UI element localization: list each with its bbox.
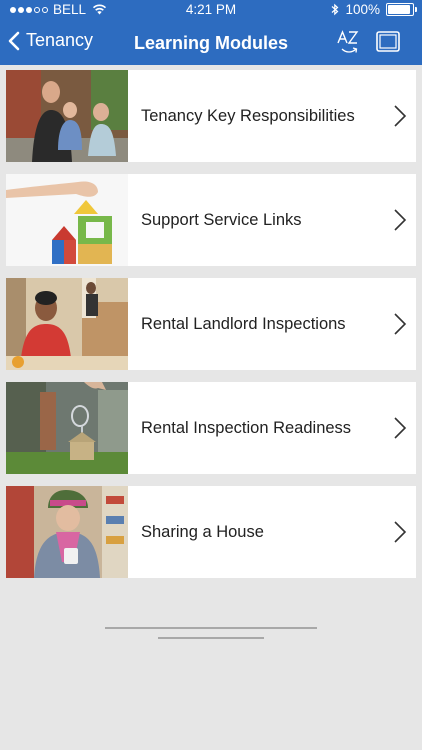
chevron-right-icon (394, 521, 407, 543)
module-item[interactable]: Rental Inspection Readiness (6, 382, 416, 474)
az-sort-icon[interactable] (336, 29, 362, 57)
back-button[interactable]: Tenancy (8, 30, 93, 51)
chevron-right-icon (394, 209, 407, 231)
status-right: 100% (331, 2, 417, 17)
module-title: Sharing a House (141, 522, 264, 541)
module-item[interactable]: Tenancy Key Responsibilities (6, 70, 416, 162)
module-item[interactable]: Sharing a House (6, 486, 416, 578)
man-in-kitchen-photo-thumbnail (6, 278, 128, 370)
chevron-right-icon (394, 105, 407, 127)
chevron-left-icon (8, 31, 20, 50)
module-title: Tenancy Key Responsibilities (141, 106, 355, 125)
module-list: Tenancy Key Responsibilities Support Ser… (6, 70, 416, 590)
battery-fill (388, 5, 410, 14)
module-item[interactable]: Support Service Links (6, 174, 416, 266)
module-title: Rental Landlord Inspections (141, 314, 346, 333)
woman-with-mug-photo-thumbnail (6, 486, 128, 578)
battery-icon (386, 3, 417, 16)
divider (105, 627, 317, 629)
family-photo-thumbnail (6, 70, 128, 162)
status-bar: BELL 4:21 PM 100% (0, 0, 422, 20)
divider (158, 637, 264, 639)
house-keyring-photo-thumbnail (6, 382, 128, 474)
bluetooth-icon (332, 3, 339, 16)
back-label: Tenancy (26, 30, 94, 50)
toy-blocks-photo-thumbnail (6, 174, 128, 266)
tablet-view-icon[interactable] (376, 31, 400, 52)
navigation-bar: Tenancy Learning Modules (0, 20, 422, 65)
module-title: Support Service Links (141, 210, 302, 229)
module-title: Rental Inspection Readiness (141, 418, 352, 437)
battery-percent: 100% (345, 2, 380, 17)
header-bar: BELL 4:21 PM 100% Tenancy Learning Modul… (0, 0, 422, 65)
chevron-right-icon (394, 417, 407, 439)
chevron-right-icon (394, 313, 407, 335)
module-item[interactable]: Rental Landlord Inspections (6, 278, 416, 370)
